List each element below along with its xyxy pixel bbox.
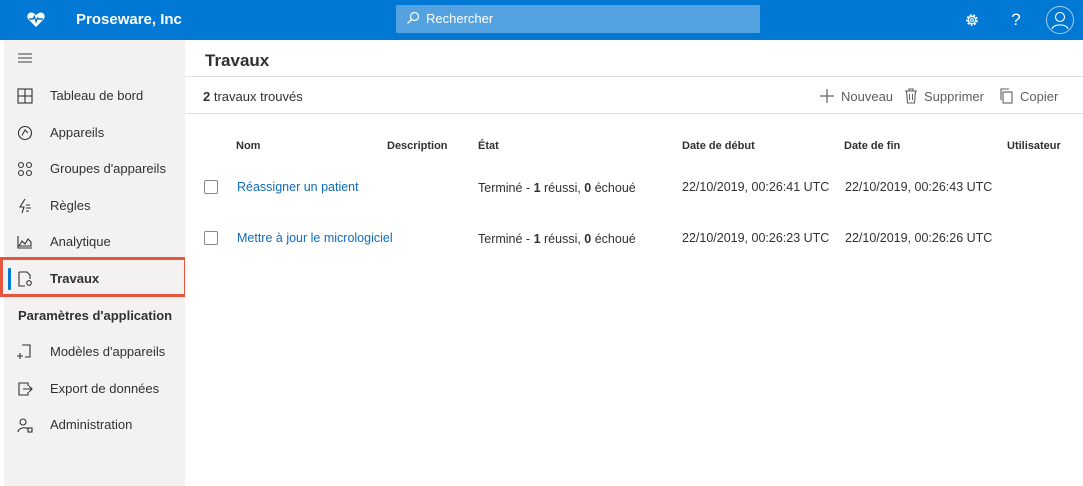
devices-icon — [17, 125, 33, 141]
sidebar-item-label: Modèles d'appareils — [50, 344, 166, 359]
result-count-text: travaux trouvés — [213, 89, 303, 104]
sidebar-item-label: Appareils — [50, 125, 105, 140]
delete-button[interactable]: Supprimer — [904, 87, 984, 105]
column-header-user[interactable]: Utilisateur — [1007, 140, 1061, 152]
search-icon — [407, 11, 420, 24]
search-box[interactable]: Rechercher — [396, 5, 760, 33]
sidebar-item-dashboard[interactable]: Tableau de bord — [4, 78, 185, 114]
row-checkbox[interactable] — [204, 180, 218, 194]
column-header-description[interactable]: Description — [387, 140, 448, 152]
sidebar-item-label: Administration — [50, 417, 133, 432]
app-settings-header: Paramètres d'application — [18, 308, 173, 323]
sidebar-item-devices[interactable]: Appareils — [4, 115, 185, 151]
column-header-name[interactable]: Nom — [236, 140, 260, 152]
rules-icon — [19, 198, 31, 214]
table-row[interactable]: Réassigner un patient Terminé - 1 réussi… — [185, 167, 1083, 207]
sidebar-item-analytics[interactable]: Analytique — [4, 224, 185, 260]
main-content: Travaux 2 travaux trouvés Nouveau Suppri… — [185, 40, 1083, 486]
copy-icon — [1000, 88, 1013, 104]
column-header-start-date[interactable]: Date de début — [682, 140, 755, 152]
plus-icon — [820, 89, 834, 103]
highlight-annotation-box — [0, 257, 187, 297]
sidebar-item-label: Analytique — [50, 234, 111, 249]
sidebar-item-device-groups[interactable]: Groupes d'appareils — [4, 151, 185, 187]
job-start-date: 22/10/2019, 00:26:23 UTC — [682, 231, 830, 245]
job-state: Terminé - 1 réussi, 0 échoué — [478, 232, 636, 246]
avatar[interactable] — [1046, 6, 1074, 34]
sidebar-item-device-templates[interactable]: Modèles d'appareils — [4, 334, 185, 370]
gear-icon[interactable] — [962, 10, 982, 30]
hamburger-menu-icon[interactable] — [18, 52, 32, 64]
new-button-label: Nouveau — [841, 88, 894, 104]
analytics-icon — [17, 236, 32, 249]
device-templates-icon — [17, 344, 31, 359]
header-divider — [185, 76, 1083, 77]
sidebar-item-label: Export de données — [50, 381, 160, 396]
search-input[interactable]: Rechercher — [426, 11, 493, 26]
job-start-date: 22/10/2019, 00:26:41 UTC — [682, 180, 830, 194]
table-row[interactable]: Mettre à jour le micrologiciel Terminé -… — [185, 218, 1083, 258]
job-state: Terminé - 1 réussi, 0 échoué — [478, 181, 636, 195]
sidebar-item-data-export[interactable]: Export de données — [4, 371, 185, 407]
brand-name[interactable]: Proseware, Inc — [76, 11, 182, 28]
sidebar-item-administration[interactable]: Administration — [4, 407, 185, 443]
trash-icon — [905, 88, 917, 104]
data-export-icon — [18, 382, 33, 396]
job-end-date: 22/10/2019, 00:26:26 UTC — [845, 231, 993, 245]
sidebar-item-label: Tableau de bord — [50, 88, 144, 103]
dashboard-icon — [17, 88, 33, 104]
new-button[interactable]: Nouveau — [819, 87, 893, 105]
copy-button-label: Copier — [1020, 88, 1059, 104]
result-count-number: 2 — [203, 89, 211, 104]
heart-pulse-icon — [27, 12, 45, 27]
page-title: Travaux — [205, 51, 270, 70]
job-name-link[interactable]: Mettre à jour le micrologiciel — [237, 231, 393, 245]
job-name-link[interactable]: Réassigner un patient — [237, 180, 359, 194]
copy-button[interactable]: Copier — [999, 87, 1058, 105]
row-checkbox[interactable] — [204, 231, 218, 245]
result-count: 2 travaux trouvés — [203, 89, 303, 104]
device-groups-icon — [17, 161, 33, 177]
administration-icon — [17, 418, 33, 433]
help-icon[interactable]: ? — [1006, 10, 1026, 30]
delete-button-label: Supprimer — [924, 88, 984, 104]
top-bar: Proseware, Inc Rechercher ? — [0, 0, 1083, 40]
column-header-end-date[interactable]: Date de fin — [844, 140, 900, 152]
column-header-state[interactable]: État — [478, 140, 499, 152]
toolbar-divider — [185, 113, 1083, 114]
job-end-date: 22/10/2019, 00:26:43 UTC — [845, 180, 993, 194]
sidebar-item-label: Règles — [50, 198, 91, 213]
sidebar-item-label: Groupes d'appareils — [50, 161, 166, 176]
user-icon — [1051, 11, 1069, 30]
sidebar-item-rules[interactable]: Règles — [4, 188, 185, 224]
